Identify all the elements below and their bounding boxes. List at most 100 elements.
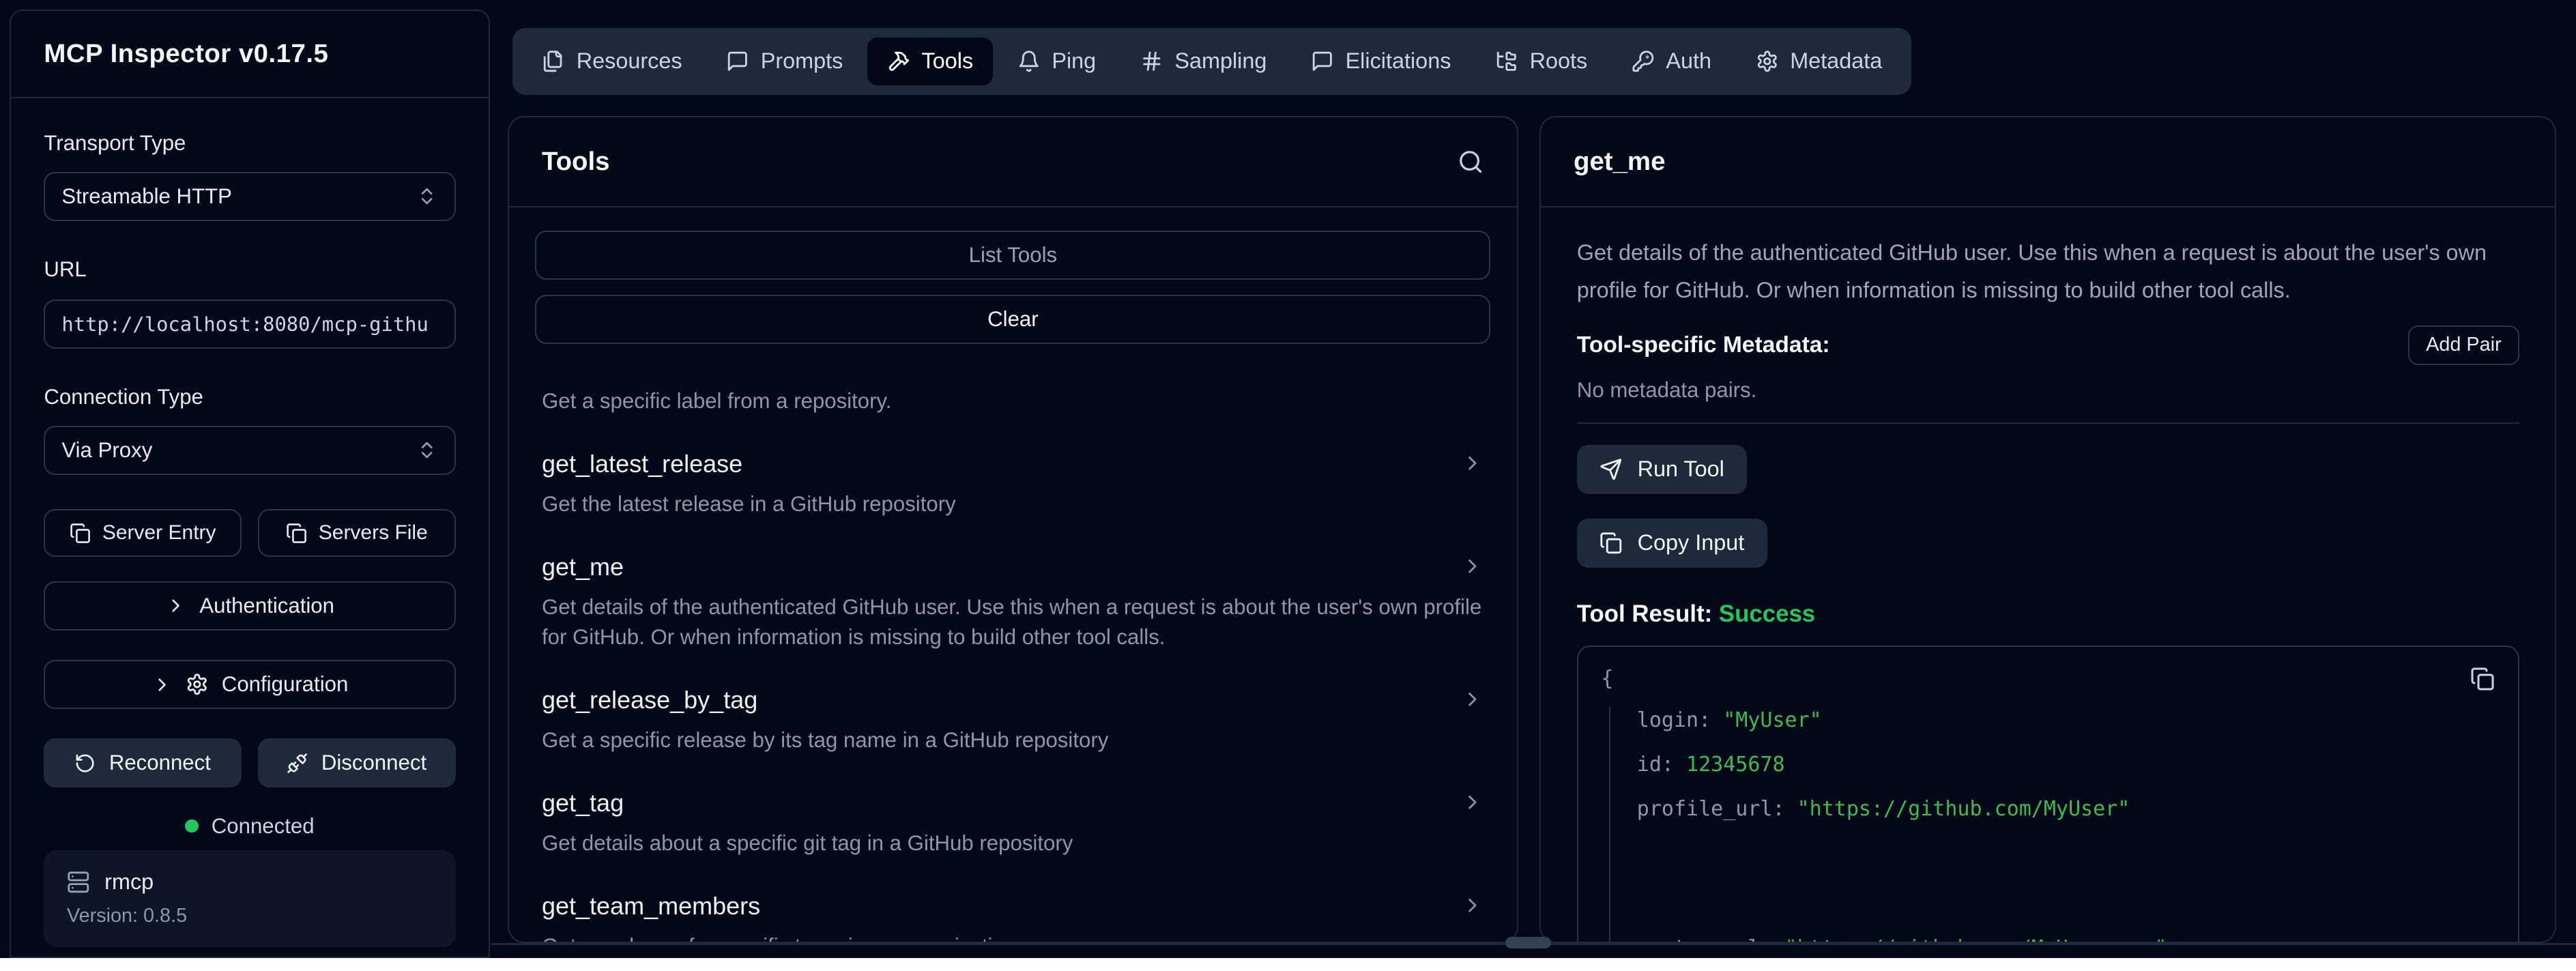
transport-type-select[interactable]: Streamable HTTP [44, 172, 455, 221]
no-metadata-text: No metadata pairs. [1577, 378, 2519, 403]
tab-label: Ping [1052, 48, 1096, 74]
copy-icon [286, 523, 307, 544]
connection-status: Connected [44, 814, 455, 839]
chevrons-up-down-icon [416, 186, 437, 207]
disconnect-label: Disconnect [321, 751, 426, 775]
json-open-brace: { [1601, 667, 2495, 691]
json-tree: login: "MyUser" id: 12345678 profile_url… [1609, 707, 2495, 942]
tab-tools[interactable]: Tools [867, 38, 993, 86]
search-icon[interactable] [1458, 149, 1484, 175]
selected-tool-description: Get details of the authenticated GitHub … [1577, 234, 2519, 309]
connection-type-label: Connection Type [44, 385, 455, 409]
tab-label: Metadata [1790, 48, 1882, 74]
tab-bar: Resources Prompts Tools Ping Sampling [512, 28, 1911, 95]
tab-label: Roots [1530, 48, 1588, 74]
chevron-right-icon [1461, 555, 1484, 578]
connection-type-value: Via Proxy [61, 438, 152, 463]
json-value: "MyUser" [1723, 708, 1822, 732]
json-row-clipped[interactable]: avatar_url: "https://github.com/MyUser.p… [1637, 935, 2495, 942]
url-input[interactable] [44, 300, 455, 349]
screen: MCP Inspector v0.17.5 Transport Type Str… [0, 0, 2576, 971]
tool-metadata-label: Tool-specific Metadata: [1577, 332, 1830, 358]
run-tool-button[interactable]: Run Tool [1577, 445, 1748, 494]
tab-auth[interactable]: Auth [1612, 38, 1731, 86]
list-tools-button[interactable]: List Tools [535, 231, 1490, 280]
tab-sampling[interactable]: Sampling [1120, 38, 1286, 86]
authentication-label: Authentication [199, 594, 334, 618]
tool-list-item-get_release_by_tag[interactable]: get_release_by_tag Get a specific releas… [535, 684, 1490, 755]
tab-ping[interactable]: Ping [998, 38, 1116, 86]
json-key: login [1637, 708, 1698, 732]
send-icon [1600, 458, 1623, 481]
tool-description: Get details about a specific git tag in … [542, 828, 1484, 858]
json-value: 12345678 [1686, 753, 1785, 777]
chevrons-up-down-icon [416, 439, 437, 461]
json-key: avatar_url [1637, 936, 1761, 942]
disconnect-button[interactable]: Disconnect [258, 738, 456, 787]
server-info-card: rmcp Version: 0.8.5 [44, 850, 455, 947]
panel-resize-handle[interactable] [1505, 937, 1551, 948]
tab-resources[interactable]: Resources [523, 38, 702, 86]
server-entry-label: Server Entry [102, 521, 216, 545]
tool-result-label: Tool Result: Success [1577, 600, 2519, 628]
tab-label: Elicitations [1346, 48, 1451, 74]
run-tool-label: Run Tool [1638, 456, 1724, 482]
configuration-toggle[interactable]: Configuration [44, 660, 455, 709]
tab-label: Auth [1666, 48, 1711, 74]
servers-file-button[interactable]: Servers File [258, 509, 456, 557]
tools-panel-title: Tools [542, 147, 610, 177]
copy-result-icon[interactable] [2470, 667, 2495, 691]
folder-tree-icon [1495, 50, 1518, 73]
json-row-profile-url[interactable]: profile_url: "https://github.com/MyUser" [1637, 796, 2495, 824]
tab-prompts[interactable]: Prompts [707, 38, 863, 86]
tool-list-item-get_me[interactable]: get_me Get details of the authenticated … [535, 551, 1490, 651]
clear-button[interactable]: Clear [535, 295, 1490, 344]
json-row-login[interactable]: login: "MyUser" [1637, 707, 2495, 735]
key-icon [1632, 50, 1655, 73]
reconnect-label: Reconnect [109, 751, 211, 775]
tool-list-item-get_latest_release[interactable]: get_latest_release Get the latest releas… [535, 448, 1490, 519]
tool-name: get_team_members [542, 890, 760, 922]
chevron-right-icon [1461, 894, 1484, 917]
bell-icon [1017, 50, 1041, 73]
hammer-icon [887, 50, 910, 73]
server-entry-button[interactable]: Server Entry [44, 509, 242, 557]
configuration-label: Configuration [222, 672, 349, 697]
tool-name: get_latest_release [542, 448, 742, 480]
tool-name: get_tag [542, 787, 624, 819]
reconnect-button[interactable]: Reconnect [44, 738, 242, 787]
server-name: rmcp [104, 869, 154, 895]
copy-icon [70, 523, 91, 544]
main-area: Resources Prompts Tools Ping Sampling [491, 0, 2576, 958]
sidebar-header: MCP Inspector v0.17.5 [11, 11, 488, 98]
tab-label: Tools [922, 48, 974, 74]
json-value: "https://github.com/MyUser" [1797, 797, 2130, 821]
transport-type-value: Streamable HTTP [61, 184, 232, 209]
tab-elicitations[interactable]: Elicitations [1291, 38, 1471, 86]
servers-file-label: Servers File [319, 521, 428, 545]
chevron-right-icon [151, 674, 173, 695]
hash-icon [1140, 50, 1163, 73]
tool-list-item-get_tag[interactable]: get_tag Get details about a specific git… [535, 787, 1490, 858]
gear-icon [186, 673, 209, 696]
add-pair-button[interactable]: Add Pair [2408, 325, 2519, 365]
copy-input-button[interactable]: Copy Input [1577, 519, 1767, 568]
json-row-id[interactable]: id: 12345678 [1637, 751, 2495, 779]
mcp-inspector-app: MCP Inspector v0.17.5 Transport Type Str… [0, 0, 2576, 958]
tab-roots[interactable]: Roots [1475, 38, 1607, 86]
connection-type-select[interactable]: Via Proxy [44, 426, 455, 475]
json-value: "https://github.com/MyUser.png" [1785, 936, 2167, 942]
unplug-icon [287, 753, 308, 774]
authentication-toggle[interactable]: Authentication [44, 581, 455, 631]
tool-result-json-viewer: { login: "MyUser" id: 12345678 profile_u… [1577, 646, 2519, 942]
transport-type-label: Transport Type [44, 131, 455, 156]
sidebar: MCP Inspector v0.17.5 Transport Type Str… [10, 10, 489, 958]
tool-list-item-get_team_members[interactable]: get_team_members Get members of a specif… [535, 890, 1490, 942]
tab-metadata[interactable]: Metadata [1736, 38, 1902, 86]
copy-input-label: Copy Input [1638, 530, 1745, 555]
url-label: URL [44, 257, 455, 282]
message-square-icon [1311, 50, 1334, 73]
tools-panel: Tools List Tools Clear Get a specific la… [508, 116, 1518, 943]
server-version: Version: 0.8.5 [67, 905, 433, 927]
message-square-icon [726, 50, 749, 73]
